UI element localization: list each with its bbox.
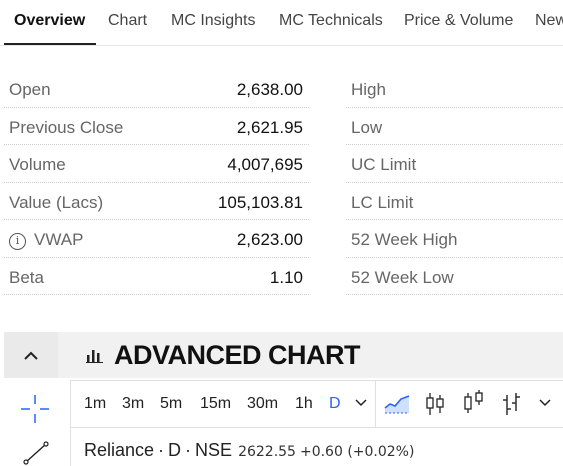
timeframe-d[interactable]: D — [329, 395, 341, 413]
bar-chart-icon — [86, 350, 103, 363]
stat-value: 4,007,695 — [227, 155, 303, 174]
stat-value: 2,638.00 — [236, 80, 303, 99]
stat-row-52-week-high: 52 Week High — [346, 220, 563, 258]
ohlc-bars-icon[interactable] — [501, 391, 523, 417]
symbol-name[interactable]: Reliance — [84, 440, 154, 460]
stat-row-low: Low — [346, 108, 563, 145]
stat-value: 2,621.95 — [236, 117, 303, 137]
stat-row-value-lacs: Value (Lacs) 105,103.81 — [4, 183, 309, 220]
stat-label: LC Limit — [351, 192, 414, 212]
stat-row-volume: Volume 4,007,695 — [4, 145, 309, 183]
chevron-up-icon — [24, 351, 38, 360]
stat-label: Low — [351, 117, 383, 137]
stat-row-52-week-low: 52 Week Low — [346, 258, 563, 295]
legend-separator: · — [185, 440, 192, 460]
chevron-down-icon[interactable] — [539, 399, 551, 407]
info-icon[interactable]: i — [9, 233, 26, 250]
stat-label: UC Limit — [351, 155, 417, 174]
legend-separator: · — [158, 440, 165, 460]
chart-toolbar: 1m 3m 5m 15m 30m 1h D — [70, 380, 563, 428]
stat-row-previous-close: Previous Close 2,621.95 — [4, 108, 309, 145]
stat-label: High — [351, 80, 386, 99]
stat-row-high: High — [346, 70, 563, 108]
tab-mc-insights[interactable]: MC Insights — [171, 12, 255, 30]
stat-label: 52 Week Low — [351, 267, 454, 287]
area-chart-icon[interactable] — [384, 394, 410, 414]
symbol-change: +0.60 (+0.02%) — [299, 444, 415, 460]
symbol-exchange: NSE — [195, 440, 233, 460]
stat-value: 2,623.00 — [236, 230, 303, 249]
chart-symbol-legend: Reliance · D · NSE 2622.55 +0.60 (+0.02%) — [84, 440, 414, 461]
tab-chart[interactable]: Chart — [108, 12, 147, 30]
stats-table-right: High Low UC Limit LC Limit 52 Week High … — [346, 70, 563, 295]
tab-overview[interactable]: Overview — [14, 12, 85, 30]
symbol-interval: D — [168, 440, 182, 460]
stat-row-vwap: i VWAP 2,623.00 — [4, 220, 309, 258]
trend-line-icon[interactable] — [22, 440, 50, 466]
timeframe-1h[interactable]: 1h — [295, 395, 313, 413]
stat-row-beta: Beta 1.10 — [4, 258, 309, 295]
stat-label: Beta — [9, 267, 44, 287]
stat-label: Previous Close — [9, 117, 124, 137]
stat-row-lc-limit: LC Limit — [346, 183, 563, 220]
stat-value: 1.10 — [269, 267, 303, 287]
tab-price-volume[interactable]: Price & Volume — [404, 12, 513, 30]
timeframe-3m[interactable]: 3m — [122, 395, 144, 413]
stat-label: Value (Lacs) — [9, 192, 104, 212]
drawing-tools-sidebar — [4, 380, 66, 466]
stat-label-wrapper: i VWAP — [9, 230, 83, 250]
tab-mc-technicals[interactable]: MC Technicals — [279, 12, 383, 30]
candlestick-icon[interactable] — [425, 391, 445, 417]
collapse-button[interactable] — [4, 332, 58, 378]
advanced-chart-header: ADVANCED CHART — [4, 332, 563, 378]
stat-label: Volume — [9, 155, 66, 174]
stat-label: Open — [9, 80, 51, 99]
chart-area-divider — [70, 428, 71, 466]
tab-news[interactable]: New — [535, 12, 563, 30]
advanced-chart-title: ADVANCED CHART — [114, 340, 361, 370]
active-tab-indicator — [4, 43, 96, 45]
timeframe-30m[interactable]: 30m — [247, 395, 278, 413]
chevron-down-icon[interactable] — [355, 399, 367, 407]
stat-label: VWAP — [34, 230, 84, 249]
toolbar-divider — [375, 381, 376, 427]
timeframe-15m[interactable]: 15m — [200, 395, 231, 413]
stat-label: 52 Week High — [351, 230, 458, 249]
tab-bar: Overview Chart MC Insights MC Technicals… — [0, 0, 563, 46]
crosshair-icon[interactable] — [20, 394, 50, 424]
hollow-candle-icon[interactable] — [463, 389, 485, 415]
symbol-price: 2622.55 — [238, 444, 296, 460]
timeframe-1m[interactable]: 1m — [84, 395, 106, 413]
stat-row-uc-limit: UC Limit — [346, 145, 563, 183]
stats-table-left: Open 2,638.00 Previous Close 2,621.95 Vo… — [4, 70, 309, 295]
stat-value: 105,103.81 — [217, 192, 303, 212]
stat-row-open: Open 2,638.00 — [4, 70, 309, 108]
timeframe-5m[interactable]: 5m — [160, 395, 182, 413]
